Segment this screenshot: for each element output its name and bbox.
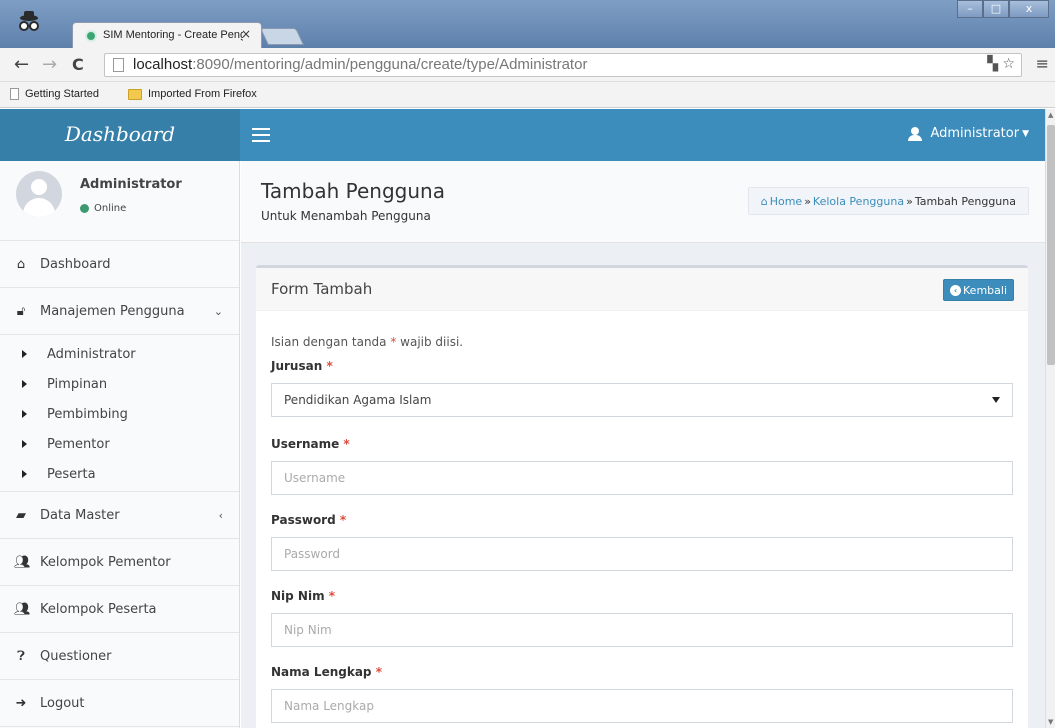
avatar bbox=[16, 171, 62, 217]
incognito-icon bbox=[19, 11, 39, 31]
nama-lengkap-input[interactable]: Nama Lengkap bbox=[271, 689, 1013, 723]
forward-arrow-icon[interactable]: → bbox=[42, 54, 57, 75]
sidebar-item-dashboard[interactable]: ⌂ Dashboard bbox=[0, 241, 239, 288]
unlock-icon: 🔓︎ bbox=[16, 303, 26, 319]
browser-titlebar: SIM Mentoring - Create Peng × – □ x bbox=[0, 0, 1055, 48]
jurusan-select[interactable]: Pendidikan Agama Islam bbox=[271, 383, 1013, 417]
content-header: Tambah Pengguna Untuk Menambah Pengguna … bbox=[241, 161, 1045, 243]
sign-out-icon: ➜ bbox=[15, 695, 27, 711]
password-input[interactable]: Password bbox=[271, 537, 1013, 571]
dropdown-arrow-icon bbox=[992, 397, 1000, 403]
scroll-up-icon[interactable]: ▲ bbox=[1048, 111, 1053, 119]
new-tab-button[interactable] bbox=[260, 28, 304, 45]
browser-toolbar: ← → C localhost:8090/mentoring/admin/pen… bbox=[0, 48, 1055, 82]
back-arrow-icon[interactable]: ← bbox=[14, 54, 29, 75]
caret-down-icon: ▼ bbox=[1022, 128, 1029, 139]
chevron-left-icon: ‹ bbox=[218, 508, 223, 522]
app-logo[interactable]: Dashboard bbox=[0, 109, 240, 161]
breadcrumb-separator: » bbox=[906, 194, 913, 208]
username-input[interactable]: Username bbox=[271, 461, 1013, 495]
address-bar[interactable]: localhost:8090/mentoring/admin/pengguna/… bbox=[104, 53, 1022, 77]
home-icon[interactable]: ⌂ bbox=[761, 195, 768, 208]
submenu-item-administrator[interactable]: Administrator bbox=[0, 339, 239, 369]
page-scrollbar[interactable]: ▲ ▼ bbox=[1045, 109, 1055, 728]
app: Dashboard Administrator ▼ Administrator … bbox=[0, 109, 1045, 728]
sidebar-item-kelompok-peserta[interactable]: 👥︎ Kelompok Peserta bbox=[0, 586, 239, 633]
required-note: Isian dengan tanda * wajib diisi. bbox=[271, 335, 464, 349]
reload-icon[interactable]: C bbox=[72, 55, 84, 74]
favicon-icon bbox=[85, 30, 97, 42]
page-title: Tambah Pengguna bbox=[261, 179, 445, 203]
submenu-item-pementor[interactable]: Pementor bbox=[0, 429, 239, 459]
caret-right-icon bbox=[22, 410, 27, 418]
user-menu[interactable]: Administrator ▼ bbox=[908, 126, 1029, 141]
bookmark-getting-started[interactable]: Getting Started bbox=[10, 88, 99, 100]
username-label: Username * bbox=[271, 437, 350, 451]
chevron-down-icon: ⌄ bbox=[213, 304, 223, 318]
form-title: Form Tambah bbox=[271, 280, 373, 298]
navbar-user-name: Administrator bbox=[930, 126, 1020, 141]
breadcrumb-current: Tambah Pengguna bbox=[914, 194, 1016, 208]
bookmark-imported-firefox[interactable]: Imported From Firefox bbox=[128, 88, 257, 100]
sidebar-item-data-master[interactable]: ▰ Data Master ‹ bbox=[0, 492, 239, 539]
url-text: localhost:8090/mentoring/admin/pengguna/… bbox=[133, 56, 588, 73]
users-icon: 👥︎ bbox=[14, 601, 31, 617]
page-subtitle: Untuk Menambah Pengguna bbox=[261, 209, 431, 223]
sidebar-item-logout[interactable]: ➜ Logout bbox=[0, 680, 239, 727]
close-window-button[interactable]: x bbox=[1009, 0, 1049, 18]
user-icon bbox=[908, 126, 923, 141]
tab-title: SIM Mentoring - Create Peng bbox=[103, 29, 243, 41]
window-controls: – □ x bbox=[957, 0, 1049, 18]
submenu-manajemen: Administrator Pimpinan Pembimbing Pement… bbox=[0, 335, 239, 492]
question-circle-icon: ❓︎ bbox=[17, 648, 25, 664]
breadcrumb-kelola-pengguna[interactable]: Kelola Pengguna bbox=[813, 195, 904, 208]
breadcrumb: ⌂ Home » Kelola Pengguna » Tambah Penggu… bbox=[747, 187, 1029, 215]
scroll-down-icon[interactable]: ▼ bbox=[1048, 718, 1053, 726]
tab-close-icon[interactable]: × bbox=[241, 27, 251, 41]
nama-lengkap-label: Nama Lengkap * bbox=[271, 665, 382, 679]
jurusan-label: Jurusan * bbox=[271, 359, 333, 373]
maximize-button[interactable]: □ bbox=[983, 0, 1009, 18]
user-panel: Administrator Online bbox=[0, 161, 239, 241]
sidebar-toggle-icon[interactable] bbox=[252, 128, 270, 146]
submenu-item-pembimbing[interactable]: Pembimbing bbox=[0, 399, 239, 429]
online-dot-icon bbox=[80, 204, 89, 213]
home-icon: ⌂ bbox=[16, 256, 26, 272]
translate-star-icons[interactable]: ▚ ☆ bbox=[987, 56, 1015, 72]
scrollbar-thumb[interactable] bbox=[1047, 125, 1055, 365]
minimize-button[interactable]: – bbox=[957, 0, 983, 18]
page-icon bbox=[113, 58, 124, 72]
page-icon bbox=[10, 88, 19, 100]
nipnim-input[interactable]: Nip Nim bbox=[271, 613, 1013, 647]
folder-icon bbox=[128, 88, 142, 100]
sidebar-item-manajemen-pengguna[interactable]: 🔓︎ Manajemen Pengguna ⌄ bbox=[0, 288, 239, 335]
browser-menu-icon[interactable]: ≡ bbox=[1036, 54, 1049, 73]
arrow-circle-left-icon: ‹ bbox=[950, 284, 962, 296]
submenu-item-pimpinan[interactable]: Pimpinan bbox=[0, 369, 239, 399]
form-box-header: Form Tambah ‹ Kembali bbox=[256, 268, 1028, 311]
book-icon: ▰ bbox=[16, 507, 26, 523]
content-area: Tambah Pengguna Untuk Menambah Pengguna … bbox=[241, 161, 1045, 728]
sidebar-item-questioner[interactable]: ❓︎ Questioner bbox=[0, 633, 239, 680]
users-icon: 👥︎ bbox=[14, 554, 31, 570]
nipnim-label: Nip Nim * bbox=[271, 589, 336, 603]
form-box: Form Tambah ‹ Kembali Isian dengan tanda… bbox=[256, 265, 1028, 728]
top-navbar: Administrator ▼ bbox=[240, 109, 1045, 161]
breadcrumb-home[interactable]: Home bbox=[770, 195, 802, 208]
caret-right-icon bbox=[22, 470, 27, 478]
back-button[interactable]: ‹ Kembali bbox=[943, 279, 1014, 301]
caret-right-icon bbox=[22, 440, 27, 448]
user-status: Online bbox=[80, 203, 126, 214]
browser-tab[interactable]: SIM Mentoring - Create Peng × bbox=[72, 22, 262, 48]
caret-right-icon bbox=[22, 380, 27, 388]
sidebar: Administrator Online ⌂ Dashboard 🔓︎ Mana… bbox=[0, 161, 240, 728]
password-label: Password * bbox=[271, 513, 347, 527]
bookmarks-bar: Getting Started Imported From Firefox bbox=[0, 82, 1055, 108]
sidebar-item-kelompok-pementor[interactable]: 👥︎ Kelompok Pementor bbox=[0, 539, 239, 586]
submenu-item-peserta[interactable]: Peserta bbox=[0, 459, 239, 489]
caret-right-icon bbox=[22, 350, 27, 358]
breadcrumb-separator: » bbox=[804, 194, 811, 208]
sidebar-user-name: Administrator bbox=[80, 177, 182, 192]
